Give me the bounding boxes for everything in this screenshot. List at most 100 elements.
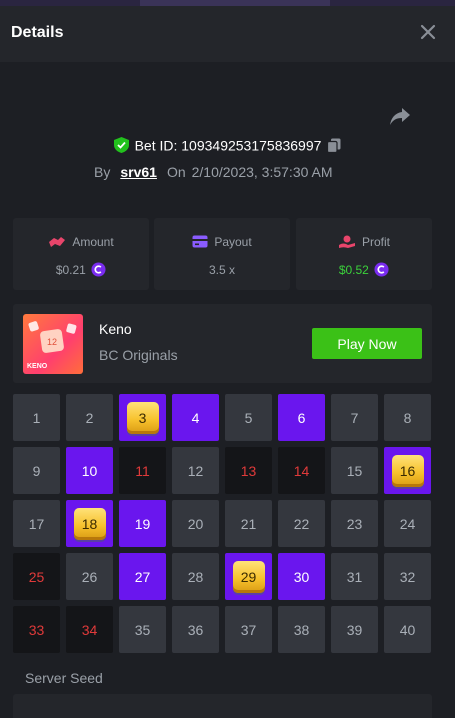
keno-cell-12: 12 <box>172 447 219 494</box>
keno-cell-number: 28 <box>187 568 204 585</box>
gem-tile-icon: 3 <box>126 401 159 434</box>
keno-cell-26: 26 <box>66 553 113 600</box>
keno-cell-37: 37 <box>225 606 272 653</box>
keno-cell-36: 36 <box>172 606 219 653</box>
keno-cell-20: 20 <box>172 500 219 547</box>
keno-cell-number: 33 <box>28 621 45 638</box>
keno-cell-28: 28 <box>172 553 219 600</box>
svg-text:12: 12 <box>47 337 57 347</box>
bet-meta: By srv61 On 2/10/2023, 3:57:30 AM <box>94 164 333 180</box>
details-header: Details <box>0 6 455 62</box>
stat-amount-label: Amount <box>72 234 114 249</box>
svg-text:KENO: KENO <box>27 363 48 370</box>
keno-cell-10: 10 <box>66 447 113 494</box>
stat-profit-value: $0.52 <box>338 262 369 277</box>
keno-cell-15: 15 <box>331 447 378 494</box>
keno-cell-8: 8 <box>384 394 431 441</box>
stat-amount: Amount $0.21 <box>13 218 149 290</box>
keno-cell-number: 4 <box>191 409 200 426</box>
keno-logo-icon: 12 KENO <box>27 321 77 370</box>
keno-cell-16: 16 <box>384 447 431 494</box>
keno-cell-40: 40 <box>384 606 431 653</box>
keno-cell-14: 14 <box>278 447 325 494</box>
keno-cell-number: 9 <box>32 462 41 479</box>
shield-check-icon <box>113 137 129 154</box>
keno-cell-17: 17 <box>13 500 60 547</box>
keno-cell-22: 22 <box>278 500 325 547</box>
bet-id-value: 109349253175836997 <box>181 137 322 154</box>
keno-cell-number: 15 <box>346 462 363 479</box>
keno-cell-4: 4 <box>172 394 219 441</box>
keno-cell-39: 39 <box>331 606 378 653</box>
keno-cell-35: 35 <box>119 606 166 653</box>
keno-cell-19: 19 <box>119 500 166 547</box>
keno-board: 1 2 3 4 5 6 7 8 9 10 11 12 13 14 15 16 17 18 19 20 21 22 23 24 2… <box>13 394 433 662</box>
keno-cell-27: 27 <box>119 553 166 600</box>
stat-profit-label: Profit <box>361 234 390 249</box>
keno-cell-34: 34 <box>66 606 113 653</box>
keno-cell-30: 30 <box>278 553 325 600</box>
keno-cell-24: 24 <box>384 500 431 547</box>
keno-cell-7: 7 <box>331 394 378 441</box>
keno-cell-number: 36 <box>187 621 204 638</box>
gem-tile-icon: 18 <box>73 507 106 540</box>
gem-tile-icon: 29 <box>232 560 265 593</box>
keno-cell-29: 29 <box>225 553 272 600</box>
keno-cell-2: 2 <box>66 394 113 441</box>
keno-cell-9: 9 <box>13 447 60 494</box>
keno-cell-number: 23 <box>346 515 363 532</box>
stat-profit: Profit $0.52 <box>296 218 432 290</box>
close-icon[interactable] <box>416 20 440 44</box>
keno-cell-11: 11 <box>119 447 166 494</box>
stat-payout: Payout 3.5 x <box>154 218 290 290</box>
amount-icon <box>49 236 66 247</box>
keno-cell-number: 38 <box>293 621 310 638</box>
keno-cell-6: 6 <box>278 394 325 441</box>
keno-cell-number: 22 <box>293 515 310 532</box>
keno-cell-number: 13 <box>240 462 257 479</box>
keno-cell-number: 6 <box>297 409 306 426</box>
user-link[interactable]: srv61 <box>120 164 157 180</box>
keno-cell-number: 12 <box>187 462 204 479</box>
copy-icon[interactable] <box>327 138 341 153</box>
keno-cell-number: 30 <box>293 568 310 585</box>
keno-cell-number: 24 <box>399 515 416 532</box>
keno-cell-21: 21 <box>225 500 272 547</box>
game-name: Keno <box>99 321 132 337</box>
keno-cell-23: 23 <box>331 500 378 547</box>
keno-cell-number: 21 <box>240 515 257 532</box>
server-seed-field <box>13 694 432 718</box>
by-label: By <box>94 164 111 180</box>
keno-cell-31: 31 <box>331 553 378 600</box>
keno-thumbnail[interactable]: 12 KENO <box>23 314 83 374</box>
game-provider: BC Originals <box>99 347 178 363</box>
bet-date: 2/10/2023, 3:57:30 AM <box>191 164 333 180</box>
keno-cell-number: 5 <box>244 409 253 426</box>
keno-cell-number: 32 <box>399 568 416 585</box>
keno-cell-18: 18 <box>66 500 113 547</box>
gem-tile-icon: 16 <box>391 454 424 487</box>
play-now-button[interactable]: Play Now <box>312 328 422 359</box>
keno-cell-32: 32 <box>384 553 431 600</box>
keno-cell-number: 26 <box>81 568 98 585</box>
keno-cell-number: 35 <box>134 621 151 638</box>
stat-payout-value: 3.5 x <box>208 262 235 277</box>
keno-cell-5: 5 <box>225 394 272 441</box>
keno-cell-number: 31 <box>346 568 363 585</box>
keno-cell-number: 25 <box>28 568 45 585</box>
stat-amount-value: $0.21 <box>55 262 86 277</box>
profit-icon <box>338 235 355 248</box>
keno-cell-number: 11 <box>135 462 150 479</box>
bet-id-line: Bet ID: 109349253175836997 <box>0 136 455 156</box>
keno-cell-38: 38 <box>278 606 325 653</box>
server-seed-label: Server Seed <box>25 670 103 686</box>
share-icon[interactable] <box>389 106 411 126</box>
keno-cell-number: 7 <box>350 409 359 426</box>
keno-cell-number: 19 <box>134 515 151 532</box>
keno-cell-number: 14 <box>293 462 310 479</box>
keno-cell-number: 17 <box>28 515 45 532</box>
keno-cell-number: 20 <box>187 515 204 532</box>
keno-cell-number: 8 <box>403 409 412 426</box>
keno-cell-number: 39 <box>346 621 363 638</box>
bet-id-label: Bet ID: <box>134 137 178 154</box>
